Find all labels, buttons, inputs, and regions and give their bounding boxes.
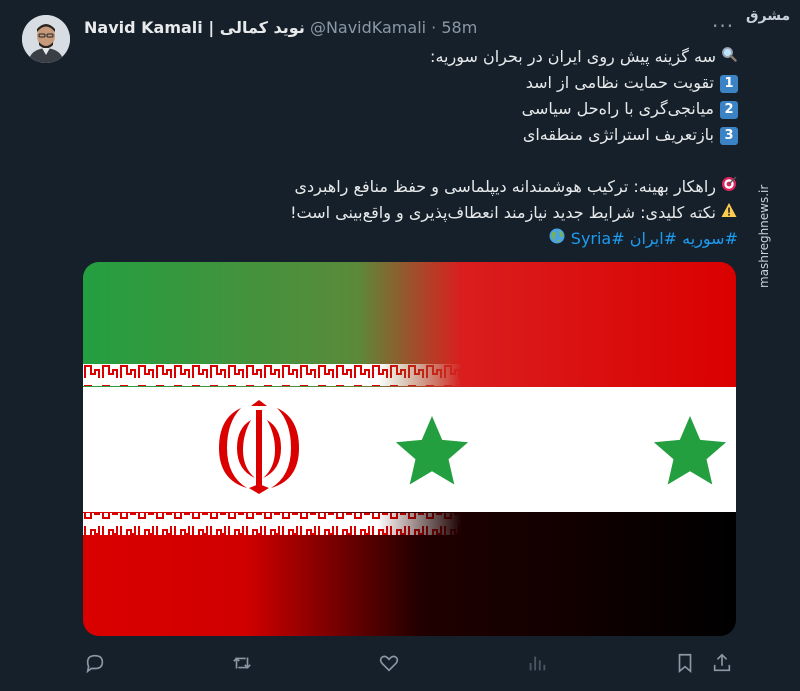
- hashtag-line: #سوریه #ایران #Syria: [78, 226, 738, 252]
- hashtag-link[interactable]: #Syria: [571, 229, 625, 248]
- hashtag-link[interactable]: #ایران: [630, 229, 677, 248]
- iran-syria-flag-image: [83, 262, 736, 636]
- author-handle[interactable]: @NavidKamali: [310, 18, 426, 37]
- bookmark-icon[interactable]: [674, 652, 698, 676]
- target-icon: [720, 174, 738, 200]
- more-options-icon[interactable]: ···: [712, 14, 734, 38]
- option-item: 1 تقویت حمایت نظامی از اسد: [78, 70, 738, 96]
- keycap-two-icon: 2: [720, 100, 738, 119]
- author-name[interactable]: Navid Kamali | نوید کمالی: [84, 18, 305, 37]
- views-icon[interactable]: [526, 652, 550, 676]
- tweet-media-image[interactable]: [83, 262, 736, 636]
- like-icon[interactable]: [378, 652, 402, 676]
- watermark-url: mashreghnews.ir: [757, 184, 771, 288]
- tweet-text: سه گزینه پیش روی ایران در بحران سوریه: 1…: [78, 44, 738, 252]
- warning-icon: [720, 200, 738, 226]
- avatar[interactable]: [22, 15, 70, 63]
- option-text: میانجی‌گری با راه‌حل سیاسی: [521, 99, 714, 118]
- share-icon[interactable]: [711, 652, 735, 676]
- tweet-header: Navid Kamali | نوید کمالی @NavidKamali ·…: [84, 18, 477, 37]
- reply-icon[interactable]: [84, 652, 108, 676]
- hashtag-link[interactable]: #سوریه: [682, 229, 738, 248]
- tweet-action-bar: [0, 652, 800, 676]
- magnifier-icon: [720, 44, 738, 70]
- option-item: 3 بازتعریف استراتژی منطقه‌ای: [78, 122, 738, 148]
- keycap-one-icon: 1: [720, 74, 738, 93]
- option-item: 2 میانجی‌گری با راه‌حل سیاسی: [78, 96, 738, 122]
- retweet-icon[interactable]: [231, 652, 255, 676]
- avatar-image: [22, 15, 70, 63]
- keycap-three-icon: 3: [720, 126, 738, 145]
- strategy-line: راهکار بهینه: ترکیب هوشمندانه دیپلماسی و…: [78, 174, 738, 200]
- header-separator: ·: [431, 18, 437, 37]
- option-text: تقویت حمایت نظامی از اسد: [525, 73, 714, 92]
- note-text: نکته کلیدی: شرایط جدید نیازمند انعطاف‌پذ…: [290, 203, 716, 222]
- intro-line: سه گزینه پیش روی ایران در بحران سوریه:: [78, 44, 738, 70]
- option-text: بازتعریف استراتژی منطقه‌ای: [522, 125, 714, 144]
- tweet-timestamp[interactable]: 58m: [441, 18, 477, 37]
- intro-text: سه گزینه پیش روی ایران در بحران سوریه:: [430, 47, 716, 66]
- note-line: نکته کلیدی: شرایط جدید نیازمند انعطاف‌پذ…: [78, 200, 738, 226]
- strategy-text: راهکار بهینه: ترکیب هوشمندانه دیپلماسی و…: [294, 177, 716, 196]
- watermark-logo: مشرق: [746, 8, 791, 24]
- globe-icon: [548, 226, 566, 252]
